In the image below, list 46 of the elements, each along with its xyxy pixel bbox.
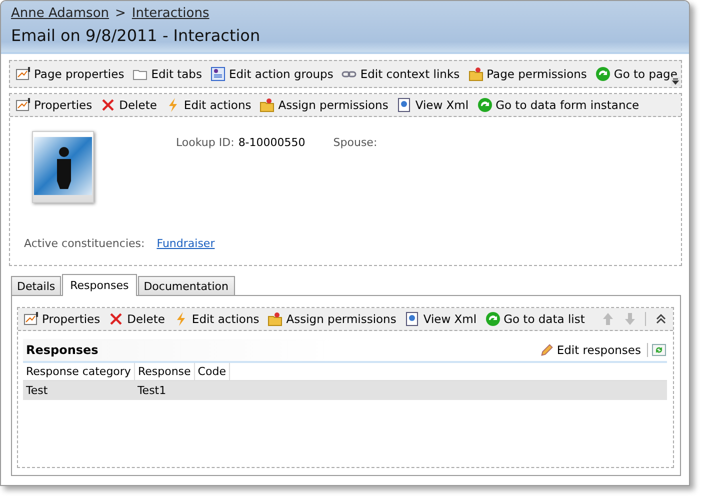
field-label: Active constituencies: [24, 237, 145, 250]
toolbar-button[interactable]: Edit actions [170, 311, 262, 327]
toolbar-button[interactable]: View Xml [401, 311, 480, 327]
field-label: Spouse: [333, 136, 378, 149]
up-arrow-icon[interactable] [600, 311, 616, 327]
toolbar-button[interactable]: Assign permissions [256, 97, 392, 113]
breadcrumb-link[interactable]: Interactions [132, 6, 210, 21]
list-title: Responses [25, 343, 100, 357]
form-icon [210, 66, 226, 82]
refresh-icon[interactable] [651, 342, 667, 358]
tab[interactable]: Details [11, 276, 62, 295]
properties-icon [15, 97, 31, 113]
toolbar-button[interactable]: Edit actions [162, 97, 254, 113]
toolbar-button[interactable]: Page properties [12, 66, 128, 82]
toolbar-button[interactable]: Delete [105, 311, 168, 327]
toolbar-button[interactable]: Edit action groups [206, 66, 336, 82]
toolbar-button[interactable]: Go to data form instance [474, 97, 642, 113]
toolbar-button[interactable]: Edit tabs [129, 66, 205, 82]
avatar-icon [34, 137, 92, 195]
breadcrumb-separator: > [115, 6, 126, 21]
page-title: Email on 9/8/2011 - Interaction [11, 26, 262, 45]
toolbar-button[interactable]: Page permissions [464, 66, 590, 82]
toolbar-button[interactable]: View Xml [393, 97, 472, 113]
document-icon [396, 97, 412, 113]
field-label: Lookup ID: [176, 136, 234, 149]
tab[interactable]: Responses [62, 274, 137, 296]
tab[interactable]: Documentation [138, 276, 235, 295]
properties-icon [15, 66, 31, 82]
pencil-icon [540, 343, 554, 357]
constituency-link[interactable]: Fundraiser [156, 237, 215, 250]
table-cell: Test1 [134, 380, 194, 400]
delete-icon [108, 311, 124, 327]
breadcrumb-link[interactable]: Anne Adamson [11, 6, 110, 21]
field-value: 8-10000550 [238, 136, 306, 149]
toolbar-button[interactable]: Edit context links [338, 66, 463, 82]
delete-icon [100, 97, 116, 113]
toolbar-button[interactable]: Delete [97, 97, 160, 113]
document-icon [404, 311, 420, 327]
toolbar-button[interactable]: Properties [20, 311, 104, 327]
edit-responses-button[interactable]: Edit responses [536, 343, 644, 357]
properties-icon [23, 311, 39, 327]
toolbar-button[interactable]: Assign permissions [264, 311, 400, 327]
toolbar-button[interactable]: Properties [12, 97, 96, 113]
down-arrow-icon[interactable] [622, 311, 638, 327]
table-cell: Test [23, 380, 134, 400]
toolbar-button[interactable]: Go to data list [482, 311, 588, 327]
